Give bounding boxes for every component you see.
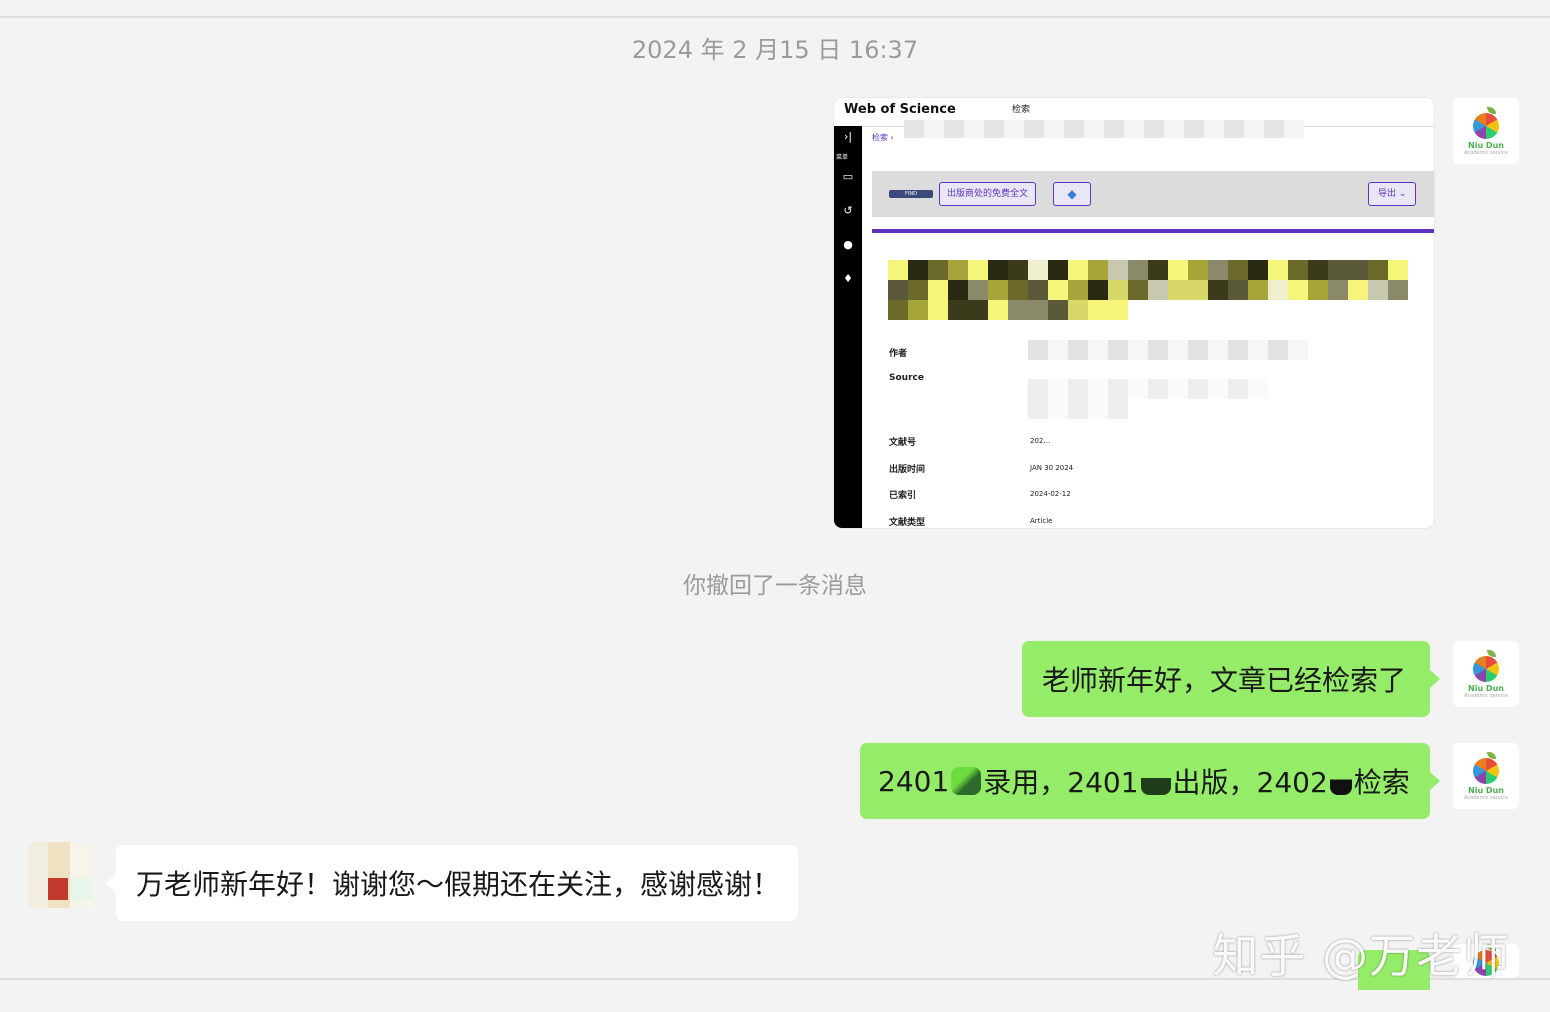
field-label-indexed: 已索引 — [889, 491, 917, 501]
message-text: 万老师新年好！谢谢您～假期还在关注，感谢感谢！ — [136, 868, 781, 901]
message-bubble-other[interactable]: 万老师新年好！谢谢您～假期还在关注，感谢感谢！ — [106, 845, 798, 921]
field-label-doc-type: 文献类型 — [889, 518, 926, 528]
avatar-subtitle: Academic service — [1464, 794, 1508, 801]
message-bubble-self[interactable]: 2401 录用，2401 出版，2402 检索 — [860, 743, 1440, 819]
blurred-search-bar — [904, 120, 1304, 138]
message-text: 老师新年好，文章已经检索了 — [1042, 664, 1407, 697]
avatar-subtitle: Academic service — [1464, 149, 1508, 156]
field-value-article-number: 202… — [1030, 437, 1051, 445]
avatar-self[interactable]: Niu Dun Academic service — [1453, 743, 1519, 809]
field-value-indexed: 2024-02-12 — [1030, 490, 1071, 498]
avatar-name: Niu Dun — [1468, 785, 1504, 795]
redaction-blot — [951, 767, 982, 795]
field-label-author: 作者 — [889, 349, 908, 359]
field-value-published: JAN 30 2024 — [1030, 464, 1074, 472]
avatar-name: Niu Dun — [1468, 683, 1504, 693]
bell-icon: ♦ — [843, 272, 853, 285]
apple-logo-icon — [1471, 751, 1501, 786]
free-fulltext-button: 出版商处的免费全文 — [939, 182, 1037, 206]
top-divider — [0, 16, 1550, 18]
find-button: FIND — [889, 190, 933, 198]
side-menu-label: 菜单 — [836, 154, 849, 161]
wos-toolbar: FIND 出版商处的免费全文 ◆ 导出 ⌄ — [872, 171, 1434, 217]
avatar-name: Niu Dun — [1468, 140, 1504, 150]
avatar-red-block — [48, 878, 68, 900]
pixelated-title — [888, 260, 1428, 322]
zhihu-watermark: 知乎 @万老师 — [1212, 929, 1510, 983]
title-accent-bar — [872, 229, 1434, 233]
field-value-doc-type: Article — [1030, 517, 1053, 525]
wos-sidebar: ›| 菜单 ▭ ↺ ● ♦ — [834, 126, 862, 528]
field-label-source: Source — [889, 373, 924, 383]
history-icon: ↺ — [843, 204, 853, 217]
message-text-part: 出版，2402 — [1172, 766, 1328, 799]
field-label-article-number: 文献号 — [889, 438, 917, 448]
image-message-wos-screenshot[interactable]: Web of Science 检索 ›| 菜单 ▭ ↺ ● ♦ 检索 › FIN… — [834, 98, 1434, 528]
message-timestamp: 2024 年 2 月15 日 16:37 — [631, 36, 919, 64]
expand-icon: ›| — [843, 130, 853, 143]
apple-logo-icon — [1471, 649, 1501, 684]
user-icon: ● — [843, 238, 853, 251]
avatar-self[interactable]: Niu Dun Academic service — [1453, 641, 1519, 707]
avatar-other[interactable] — [28, 842, 94, 908]
wos-breadcrumb: 检索 › — [872, 133, 894, 142]
wos-search-tab: 检索 — [1012, 105, 1031, 115]
blurred-source-value — [1028, 379, 1268, 399]
blurred-source-value-2 — [1028, 399, 1128, 419]
avatar-self[interactable]: Niu Dun Academic service — [1453, 98, 1519, 164]
recall-notice: 你撤回了一条消息 — [683, 573, 867, 599]
export-button: 导出 ⌄ — [1368, 182, 1417, 206]
field-label-published: 出版时间 — [889, 465, 926, 475]
blurred-author-value — [1028, 340, 1308, 360]
message-text-part: 录用，2401 — [983, 766, 1139, 799]
avatar-subtitle: Academic service — [1464, 692, 1508, 699]
message-bubble-self[interactable]: 老师新年好，文章已经检索了 — [1022, 641, 1440, 717]
folder-icon: ▭ — [842, 170, 854, 183]
avatar-green-block — [70, 878, 92, 900]
message-text-part: 2401 — [878, 764, 950, 798]
redaction-blot — [1140, 767, 1171, 795]
wos-logo: Web of Science — [844, 102, 956, 117]
diamond-icon: ◆ — [1053, 182, 1091, 206]
apple-logo-icon — [1471, 106, 1501, 141]
message-text-part: 检索 — [1353, 766, 1410, 799]
redaction-blot — [1329, 767, 1352, 795]
